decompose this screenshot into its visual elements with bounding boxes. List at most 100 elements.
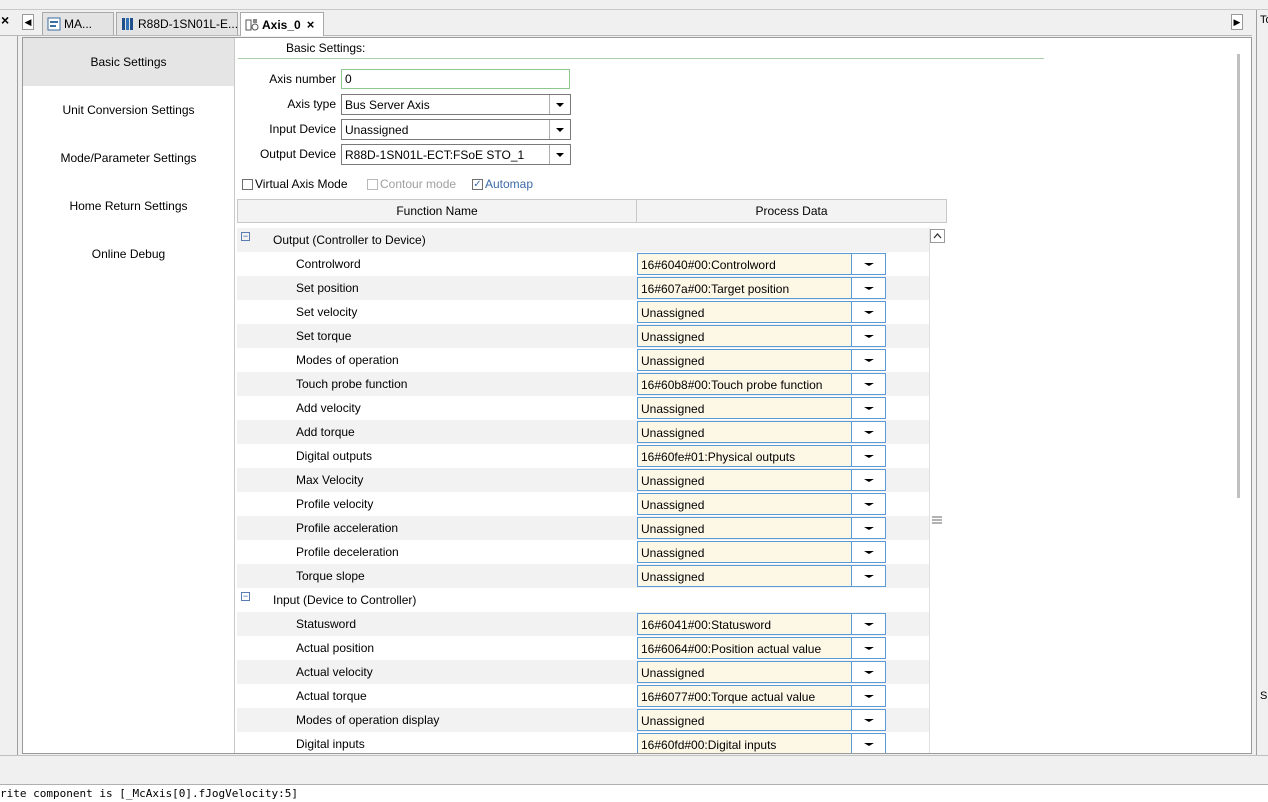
process-data-dropdown-button[interactable]	[851, 541, 886, 563]
process-data-dropdown-button[interactable]	[851, 661, 886, 683]
process-data-dropdown-button[interactable]	[851, 253, 886, 275]
process-data-value: 16#607a#00:Target position	[641, 282, 790, 296]
process-data-field[interactable]: Unassigned	[637, 661, 852, 683]
section-title: Basic Settings:	[286, 41, 366, 55]
automap-checkbox[interactable]: ✓ Automap	[472, 177, 533, 191]
process-data-field[interactable]: 16#607a#00:Target position	[637, 277, 852, 299]
process-data-field[interactable]: Unassigned	[637, 325, 852, 347]
process-data-dropdown-button[interactable]	[851, 517, 886, 539]
function-name: Profile deceleration	[296, 545, 399, 559]
process-data-dropdown-button[interactable]	[851, 325, 886, 347]
function-name: Controlword	[296, 257, 361, 271]
process-data-dropdown-button[interactable]	[851, 397, 886, 419]
process-data-field[interactable]: 16#6041#00:Statusword	[637, 613, 852, 635]
process-data-dropdown-button[interactable]	[851, 301, 886, 323]
sidebar-item-home-return[interactable]: Home Return Settings	[23, 182, 234, 230]
process-data-value: Unassigned	[641, 426, 705, 440]
tab-axis-0[interactable]: Axis_0 ×	[240, 12, 324, 36]
tab-device[interactable]: R88D-1SN01L-E...	[116, 12, 238, 35]
function-name: Profile velocity	[296, 497, 374, 511]
input-device-select[interactable]: Unassigned	[341, 119, 571, 140]
axis-number-input[interactable]: 0	[341, 69, 570, 89]
table-row: Set position 16#607a#00:Target position	[237, 276, 929, 300]
dropdown-arrow-icon	[863, 310, 874, 314]
dropdown-arrow-icon	[863, 286, 874, 290]
process-data-value: Unassigned	[641, 474, 705, 488]
process-data-dropdown-button[interactable]	[851, 493, 886, 515]
device-icon	[122, 18, 133, 30]
close-tab-icon[interactable]: ×	[307, 17, 315, 32]
process-data-field[interactable]: Unassigned	[637, 709, 852, 731]
tab-scroll-left-button[interactable]: ◀	[22, 14, 34, 30]
process-data-field[interactable]: Unassigned	[637, 565, 852, 587]
output-device-select[interactable]: R88D-1SN01L-ECT:FSoE STO_1	[341, 144, 571, 165]
process-data-dropdown-button[interactable]	[851, 637, 886, 659]
process-data-field[interactable]: 16#6040#00:Controlword	[637, 253, 852, 275]
function-name: Statusword	[296, 617, 357, 631]
checkbox-icon	[242, 178, 253, 190]
dropdown-arrow-icon[interactable]	[549, 120, 570, 139]
dropdown-arrow-icon	[863, 622, 874, 626]
close-panel-icon[interactable]: ×	[1, 12, 9, 28]
process-data-value: 16#6077#00:Torque actual value	[641, 690, 816, 704]
tab-label: Axis_0	[262, 17, 301, 32]
column-header-process-data[interactable]: Process Data	[637, 200, 946, 222]
process-data-dropdown-button[interactable]	[851, 469, 886, 491]
process-data-field[interactable]: Unassigned	[637, 493, 852, 515]
axis-type-label: Axis type	[287, 97, 336, 111]
scroll-grip-icon[interactable]	[932, 516, 942, 526]
tab-scroll-right-button[interactable]: ▶	[1231, 14, 1243, 30]
process-data-dropdown-button[interactable]	[851, 277, 886, 299]
table-row: Max Velocity Unassigned	[237, 468, 929, 492]
dropdown-arrow-icon	[863, 502, 874, 506]
process-data-field[interactable]: Unassigned	[637, 421, 852, 443]
process-data-dropdown-button[interactable]	[851, 685, 886, 707]
process-data-field[interactable]: 16#60fe#01:Physical outputs	[637, 445, 852, 467]
process-data-dropdown-button[interactable]	[851, 733, 886, 753]
process-data-dropdown-button[interactable]	[851, 445, 886, 467]
table-row: Actual torque 16#6077#00:Torque actual va…	[237, 684, 929, 708]
table-row: Profile deceleration Unassigned	[237, 540, 929, 564]
function-name: Torque slope	[296, 569, 365, 583]
function-name: Modes of operation display	[296, 713, 440, 727]
virtual-axis-checkbox[interactable]: Virtual Axis Mode	[242, 177, 348, 191]
table-group-row[interactable]: − Output (Controller to Device)	[237, 228, 929, 252]
dropdown-arrow-icon[interactable]	[549, 95, 570, 114]
process-data-dropdown-button[interactable]	[851, 709, 886, 731]
sidebar-item-online-debug[interactable]: Online Debug	[23, 230, 234, 278]
sidebar-item-mode-parameter[interactable]: Mode/Parameter Settings	[23, 134, 234, 182]
process-data-field[interactable]: Unassigned	[637, 517, 852, 539]
axis-type-select[interactable]: Bus Server Axis	[341, 94, 571, 115]
sidebar-item-basic-settings[interactable]: Basic Settings	[23, 38, 234, 86]
process-data-field[interactable]: 16#6064#00:Position actual value	[637, 637, 852, 659]
collapse-icon[interactable]: −	[241, 592, 250, 601]
process-data-dropdown-button[interactable]	[851, 421, 886, 443]
panel-scrollbar-thumb[interactable]	[1237, 54, 1240, 498]
process-data-field[interactable]: 16#60b8#00:Touch probe function	[637, 373, 852, 395]
process-data-field[interactable]: 16#60fd#00:Digital inputs	[637, 733, 852, 753]
table-vertical-scrollbar[interactable]	[929, 228, 946, 753]
dropdown-arrow-icon	[863, 646, 874, 650]
process-data-field[interactable]: Unassigned	[637, 349, 852, 371]
process-data-field[interactable]: Unassigned	[637, 301, 852, 323]
tab-ma[interactable]: MA...	[42, 12, 114, 35]
process-data-field[interactable]: Unassigned	[637, 541, 852, 563]
process-data-field[interactable]: Unassigned	[637, 469, 852, 491]
sidebar-item-unit-conversion[interactable]: Unit Conversion Settings	[23, 86, 234, 134]
collapse-icon[interactable]: −	[241, 232, 250, 241]
process-data-field[interactable]: 16#6077#00:Torque actual value	[637, 685, 852, 707]
process-data-dropdown-button[interactable]	[851, 373, 886, 395]
table-row: Modes of operation display Unassigned	[237, 708, 929, 732]
column-header-function[interactable]: Function Name	[238, 200, 637, 222]
table-group-row[interactable]: − Input (Device to Controller)	[237, 588, 929, 612]
scroll-up-button[interactable]	[930, 229, 945, 243]
process-data-dropdown-button[interactable]	[851, 565, 886, 587]
process-data-value: Unassigned	[641, 306, 705, 320]
process-data-dropdown-button[interactable]	[851, 613, 886, 635]
process-data-field[interactable]: Unassigned	[637, 397, 852, 419]
sidebar-item-label: Online Debug	[91, 247, 166, 261]
process-data-dropdown-button[interactable]	[851, 349, 886, 371]
dropdown-arrow-icon[interactable]	[549, 145, 570, 164]
left-dock-strip	[0, 36, 18, 784]
table-row: Touch probe function 16#60b8#00:Touch pro…	[237, 372, 929, 396]
